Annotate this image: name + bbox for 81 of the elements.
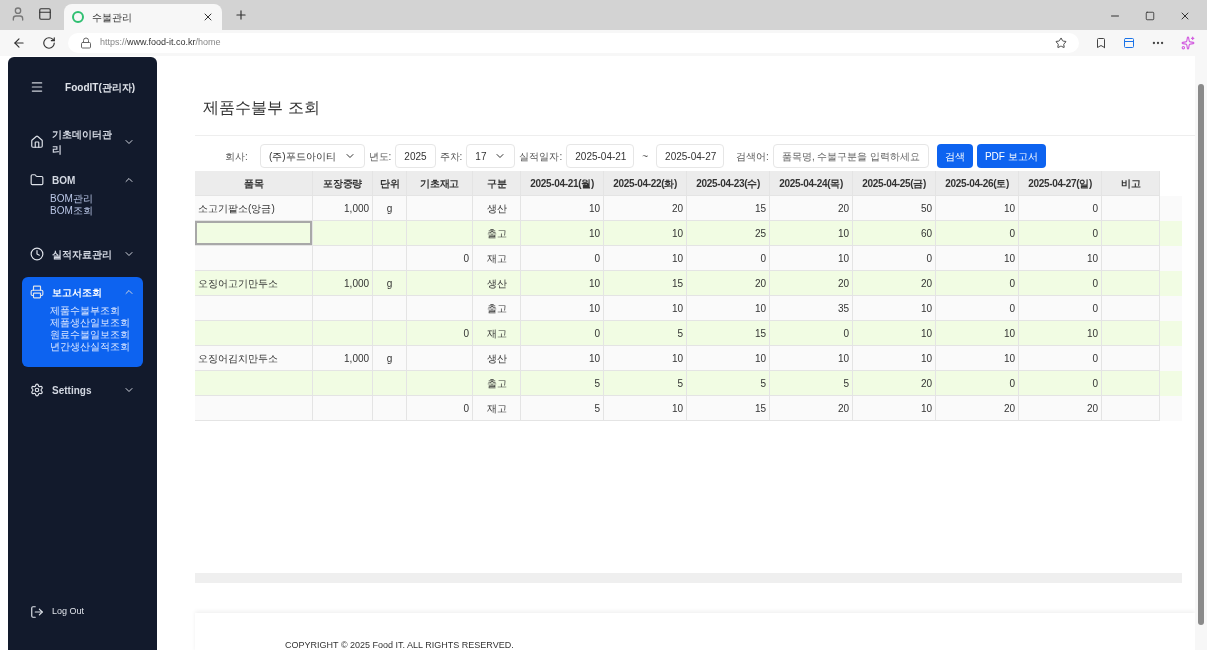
- table-cell: 10: [853, 396, 937, 421]
- table-cell: [1102, 396, 1161, 421]
- maximize-icon[interactable]: [1145, 11, 1155, 21]
- column-header: 2025-04-25(금): [853, 171, 937, 196]
- tab-actions-icon[interactable]: [38, 7, 52, 21]
- table-cell: 10: [604, 396, 688, 421]
- submenu-item[interactable]: 제품생산일보조회: [50, 317, 136, 329]
- logout-link[interactable]: Log Out: [52, 605, 85, 619]
- favorite-icon[interactable]: [1055, 37, 1067, 49]
- home-icon: [30, 135, 44, 149]
- menu-item[interactable]: 실적자료관리: [52, 246, 116, 262]
- page-title: 제품수불부 조회: [203, 98, 321, 118]
- new-tab-icon[interactable]: [234, 8, 248, 22]
- favorites-icon[interactable]: [1095, 37, 1107, 49]
- address-bar[interactable]: https://www.food-it.co.kr/home: [68, 33, 1079, 53]
- close-tab-icon[interactable]: [202, 11, 214, 23]
- settings-icon: [30, 383, 44, 397]
- submenu-item[interactable]: 원료수불일보조회: [50, 329, 136, 341]
- column-header: 구분: [473, 171, 522, 196]
- week-select[interactable]: 17: [466, 144, 516, 168]
- copilot-icon[interactable]: [1181, 36, 1195, 50]
- reload-icon[interactable]: [42, 36, 56, 50]
- collections-icon[interactable]: [1123, 37, 1135, 49]
- profile-icon[interactable]: [10, 6, 26, 22]
- column-header: 비고: [1102, 171, 1161, 196]
- column-header: 기초재고: [407, 171, 474, 196]
- site-icon: [72, 11, 84, 23]
- column-header: 2025-04-21(월): [521, 171, 605, 196]
- logout-icon: [30, 605, 44, 619]
- filter-label: 년도:: [368, 149, 392, 164]
- filter-label: 회사:: [225, 149, 248, 164]
- table-cell: 20: [936, 396, 1020, 421]
- column-header: 2025-04-22(화): [604, 171, 688, 196]
- url-text: https://www.food-it.co.kr/home: [100, 36, 221, 50]
- column-header: 2025-04-24(목): [770, 171, 854, 196]
- column-header: 2025-04-27(일): [1019, 171, 1103, 196]
- company-select[interactable]: (주)푸드아이티: [259, 144, 365, 168]
- submenu-item[interactable]: 제품수불부조회: [50, 305, 136, 317]
- table-cell: 5: [521, 396, 605, 421]
- menu-icon[interactable]: [30, 80, 44, 94]
- vertical-scrollbar[interactable]: [1195, 56, 1207, 650]
- folder-icon: [30, 173, 44, 187]
- printer-icon: [30, 285, 44, 299]
- table-cell: [313, 396, 374, 421]
- back-icon[interactable]: [12, 36, 26, 50]
- search-button[interactable]: 검색: [936, 144, 973, 168]
- table-cell: 재고: [473, 396, 522, 421]
- filter-label: 실적일자:: [519, 149, 563, 164]
- close-window-icon[interactable]: [1179, 10, 1191, 22]
- menu-item[interactable]: BOM: [52, 172, 116, 188]
- date-separator: ~: [641, 149, 650, 164]
- table-cell: [373, 396, 408, 421]
- clock-icon: [30, 247, 44, 261]
- copyright-text: COPYRIGHT © 2025 Food IT. ALL RIGHTS RESERVED.: [285, 640, 514, 650]
- menu-item[interactable]: Settings: [52, 382, 116, 398]
- menu-item[interactable]: 보고서조회: [52, 284, 116, 300]
- tab-title: 수불관리: [92, 10, 133, 25]
- column-header: 단위: [373, 171, 408, 196]
- brand-title: FoodIT(관리자): [65, 80, 136, 95]
- filter-label: 검색어:: [736, 149, 769, 164]
- browser-tab[interactable]: 수불관리: [64, 4, 222, 30]
- submenu-item[interactable]: BOM조회: [50, 205, 136, 217]
- year-field[interactable]: 2025: [395, 144, 436, 168]
- start-date-field[interactable]: 2025-04-21: [566, 144, 635, 168]
- lock-icon: [80, 37, 92, 49]
- column-header: 2025-04-26(토): [936, 171, 1020, 196]
- table-cell: 15: [687, 396, 771, 421]
- table-cell: 소고기팥소(앙금): [195, 196, 314, 221]
- end-date-field[interactable]: 2025-04-27: [656, 144, 725, 168]
- column-header: 포장중량: [313, 171, 374, 196]
- column-header: 품목: [195, 171, 314, 196]
- submenu-item[interactable]: BOM관리: [50, 193, 136, 205]
- column-header: 2025-04-23(수): [687, 171, 771, 196]
- pdf-report-button[interactable]: PDF 보고서: [976, 144, 1046, 168]
- submenu-item[interactable]: 년간생산실적조회: [50, 341, 136, 353]
- menu-item[interactable]: 기초데이터관리: [52, 127, 116, 157]
- table-cell: 20: [770, 396, 854, 421]
- filter-label: 주차:: [439, 149, 463, 164]
- search-field[interactable]: 품목명, 수불구분을 입력하세요: [772, 144, 929, 168]
- table-cell: 0: [407, 396, 474, 421]
- table-cell: 20: [1019, 396, 1103, 421]
